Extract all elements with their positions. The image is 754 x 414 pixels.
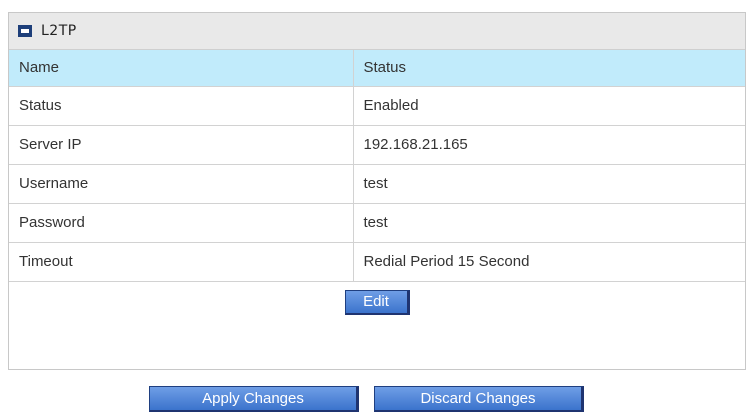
table-row: Username test	[9, 164, 745, 204]
row-value-username: test	[353, 164, 745, 204]
l2tp-table: Name Status Status Enabled Server IP 192…	[9, 50, 745, 282]
table-row: Timeout Redial Period 15 Second	[9, 242, 745, 282]
row-label-timeout: Timeout	[9, 242, 354, 282]
table-row: Password test	[9, 203, 745, 243]
panel-title: L2TP	[41, 23, 77, 39]
table-header-row: Name Status	[9, 50, 745, 87]
table-row: Status Enabled	[9, 86, 745, 126]
l2tp-panel: L2TP Name Status Status Enabled Server I…	[8, 12, 746, 370]
action-bar: Apply Changes Discard Changes	[149, 386, 625, 412]
edit-row: Edit	[9, 282, 745, 324]
row-label-username: Username	[9, 164, 354, 204]
discard-changes-button[interactable]: Discard Changes	[374, 386, 584, 412]
column-header-status: Status	[353, 50, 745, 87]
row-value-password: test	[353, 203, 745, 243]
table-row: Server IP 192.168.21.165	[9, 125, 745, 165]
edit-button[interactable]: Edit	[344, 290, 410, 315]
column-header-name: Name	[9, 50, 354, 87]
row-value-status: Enabled	[353, 86, 745, 126]
row-label-password: Password	[9, 203, 354, 243]
panel-header: L2TP	[9, 13, 745, 50]
row-label-status: Status	[9, 86, 354, 126]
row-label-server-ip: Server IP	[9, 125, 354, 165]
row-value-timeout: Redial Period 15 Second	[353, 242, 745, 282]
row-value-server-ip: 192.168.21.165	[353, 125, 745, 165]
arrow-right-icon	[18, 25, 32, 37]
apply-changes-button[interactable]: Apply Changes	[149, 386, 359, 412]
